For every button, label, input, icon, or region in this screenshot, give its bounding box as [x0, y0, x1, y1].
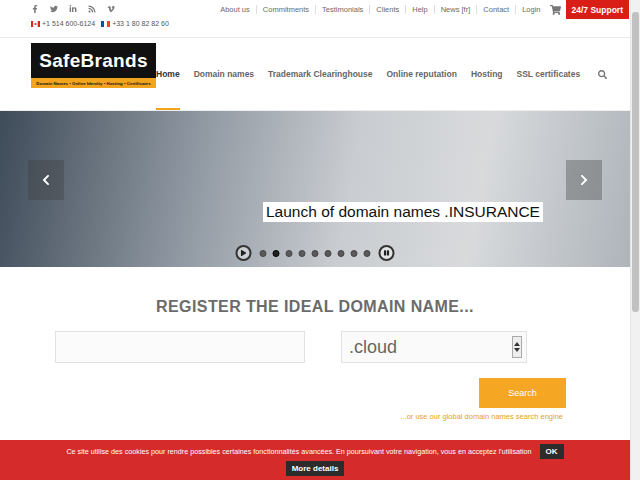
- slider-prev[interactable]: [28, 160, 64, 200]
- top-link[interactable]: Commitments: [256, 5, 315, 14]
- extension-select[interactable]: .cloud: [341, 331, 527, 363]
- facebook-icon[interactable]: [31, 5, 39, 13]
- slider-dot[interactable]: [325, 250, 332, 257]
- select-arrows[interactable]: [512, 336, 522, 358]
- slider-dot[interactable]: [260, 250, 267, 257]
- extension-value: .cloud: [349, 337, 397, 358]
- chevron-left-icon[interactable]: [41, 174, 51, 186]
- phone-number: +1 514 600-6124: [31, 20, 95, 27]
- contact-block: +1 514 600-6124 +33 1 80 82 82 60: [31, 0, 169, 27]
- search-heading: REGISTER THE IDEAL DOMAIN NAME...: [156, 298, 474, 316]
- nav-item[interactable]: Hosting: [471, 38, 503, 110]
- search-form: .cloud Search ...or use our global domain …: [55, 331, 566, 421]
- header: SafeBrandsDomain Names • Online Identity…: [0, 38, 630, 111]
- social-links: [31, 4, 169, 14]
- twitter-icon[interactable]: [50, 5, 58, 13]
- main-nav: Home Domain namesTrademark ClearinghouseO…: [156, 38, 607, 110]
- top-link[interactable]: Login: [515, 5, 546, 14]
- play-icon[interactable]: [241, 250, 247, 256]
- top-right: About usCommitmentsTestimonialsClientsHe…: [214, 0, 630, 19]
- hero-slider: Launch of domain names .INSURANCE: [0, 111, 630, 267]
- pause-button[interactable]: [379, 245, 395, 261]
- slider-dot[interactable]: [364, 250, 371, 257]
- canada-flag-icon: [31, 21, 40, 27]
- browser-page: +1 514 600-6124 +33 1 80 82 82 60 About us…: [0, 0, 640, 480]
- top-bar: +1 514 600-6124 +33 1 80 82 82 60 About us…: [0, 0, 630, 38]
- search-icon[interactable]: [598, 70, 607, 79]
- nav-search[interactable]: [594, 38, 607, 110]
- logo-tagline: Domain Names • Online Identity • Hosting…: [31, 78, 156, 88]
- top-link[interactable]: Help: [405, 5, 433, 14]
- nav-item[interactable]: Online reputation: [387, 38, 457, 110]
- france-flag-icon: [101, 21, 110, 27]
- cart[interactable]: [547, 0, 566, 19]
- top-link[interactable]: About us: [214, 5, 256, 14]
- nav-item[interactable]: Home: [156, 38, 180, 110]
- rss-icon[interactable]: [88, 5, 96, 13]
- scrollbar-thumb[interactable]: [632, 12, 639, 312]
- global-search-link[interactable]: ...or use our global domain names search…: [400, 412, 563, 421]
- nav-item[interactable]: Trademark Clearinghouse: [268, 38, 372, 110]
- top-link[interactable]: News [fr]: [434, 5, 477, 14]
- support-button[interactable]: 24/7 Support: [566, 0, 629, 19]
- slider-dot[interactable]: [338, 250, 345, 257]
- top-link[interactable]: Clients: [369, 5, 405, 14]
- phone-list: +1 514 600-6124 +33 1 80 82 82 60: [31, 20, 169, 27]
- slider-dot[interactable]: [351, 250, 358, 257]
- domain-search: REGISTER THE IDEAL DOMAIN NAME... .cloud S…: [0, 267, 630, 440]
- cookie-more-button[interactable]: More details: [286, 461, 345, 476]
- logo-name: SafeBrands: [31, 43, 156, 78]
- search-button[interactable]: Search: [479, 378, 566, 408]
- slide-caption: Launch of domain names .INSURANCE: [263, 202, 543, 222]
- phone-number: +33 1 80 82 82 60: [101, 20, 169, 27]
- field-row: .cloud: [55, 331, 566, 363]
- scrollbar[interactable]: [630, 0, 640, 480]
- pause-icon[interactable]: [384, 250, 390, 256]
- up-down-arrow-icon[interactable]: [514, 341, 520, 353]
- nav-item[interactable]: Domain names: [194, 38, 254, 110]
- cookie-row: Ce site utilise des cookies pour rendre …: [66, 444, 563, 459]
- page: +1 514 600-6124 +33 1 80 82 82 60 About us…: [0, 0, 630, 480]
- top-link[interactable]: Testimonials: [315, 5, 369, 14]
- cookie-bar: Ce site utilise des cookies pour rendre …: [0, 440, 630, 480]
- slider-dot[interactable]: [299, 250, 306, 257]
- cookie-text: Ce site utilise des cookies pour rendre …: [66, 447, 531, 456]
- slider-dot[interactable]: [273, 250, 280, 257]
- top-link[interactable]: Contact: [476, 5, 515, 14]
- top-links: About usCommitmentsTestimonialsClientsHe…: [214, 0, 546, 19]
- chevron-right-icon[interactable]: [579, 174, 589, 186]
- play-button[interactable]: [236, 245, 252, 261]
- slider-controls: [233, 245, 398, 261]
- cookie-ok-button[interactable]: OK: [540, 444, 564, 459]
- domain-input[interactable]: [55, 331, 305, 363]
- slider-next[interactable]: [566, 160, 602, 200]
- vimeo-icon[interactable]: [107, 5, 115, 13]
- nav-item[interactable]: SSL certificates: [517, 38, 581, 110]
- slider-dot[interactable]: [312, 250, 319, 257]
- logo[interactable]: SafeBrandsDomain Names • Online Identity…: [31, 43, 156, 88]
- linkedin-icon[interactable]: [69, 5, 77, 13]
- cart-icon[interactable]: [550, 5, 561, 15]
- slider-dot[interactable]: [286, 250, 293, 257]
